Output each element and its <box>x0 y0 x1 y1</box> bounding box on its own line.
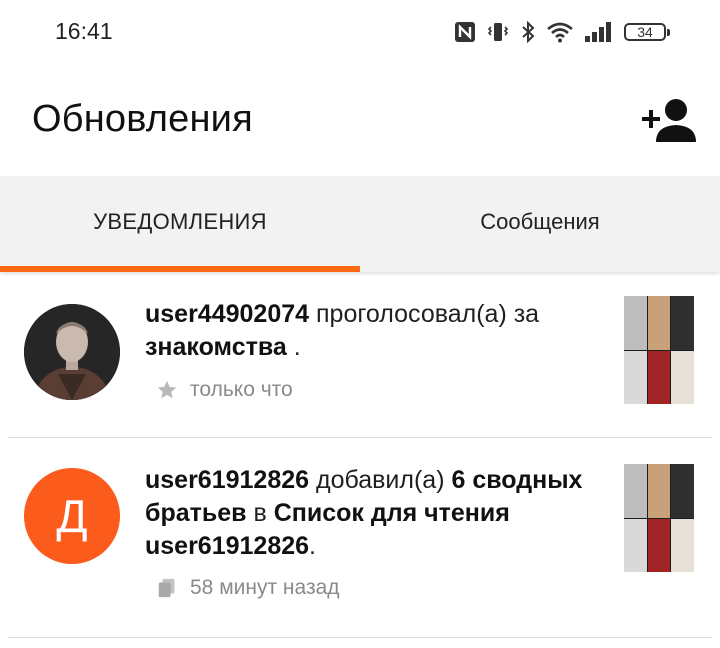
tab-bar: УВЕДОМЛЕНИЯ Сообщения <box>0 176 720 272</box>
wifi-icon <box>547 22 573 43</box>
user-photo <box>24 304 120 400</box>
avatar[interactable]: Д <box>24 468 120 564</box>
notification-end: . <box>293 333 301 361</box>
notification-list: user44902074 проголосовал(а) за знакомст… <box>0 272 720 638</box>
star-icon <box>157 380 177 399</box>
status-time: 16:41 <box>55 18 113 44</box>
tab-notifications-label: УВЕДОМЛЕНИЯ <box>93 209 267 234</box>
notification-target[interactable]: знакомства <box>145 333 287 361</box>
notification-time: 58 минут назад <box>190 576 340 599</box>
notification-meta: только что <box>156 378 293 402</box>
notification-username[interactable]: user61912826 <box>145 466 309 494</box>
avatar[interactable] <box>24 304 120 400</box>
battery-level: 34 <box>637 24 653 40</box>
notification-time: только что <box>190 378 293 401</box>
notification-item[interactable]: Д user61912826 добавил(а) 6 сводных брат… <box>8 438 712 638</box>
notification-item[interactable]: user44902074 проголосовал(а) за знакомст… <box>8 272 712 438</box>
tab-notifications[interactable]: УВЕДОМЛЕНИЯ <box>0 176 360 272</box>
bluetooth-icon <box>522 21 535 43</box>
avatar-letter: Д <box>56 490 88 542</box>
notification-text: user61912826 добавил(а) 6 сводных братье… <box>145 464 605 563</box>
signal-icon <box>585 22 611 42</box>
status-icons: 34 <box>454 19 670 45</box>
status-bar: 16:41 34 <box>0 0 720 66</box>
nfc-icon <box>455 22 475 42</box>
copy-icon <box>158 578 175 598</box>
notification-action: проголосовал(а) за <box>316 300 540 328</box>
notification-action: добавил(а) <box>316 466 445 494</box>
add-user-button[interactable] <box>640 96 696 146</box>
page-title: Обновления <box>32 98 253 140</box>
vibrate-icon <box>487 23 509 41</box>
notification-meta: 58 минут назад <box>156 576 340 600</box>
battery-icon: 34 <box>624 21 670 43</box>
notification-text: user44902074 проголосовал(а) за знакомст… <box>145 298 605 364</box>
notification-in: в <box>253 499 267 527</box>
app-header: Обновления <box>0 66 720 176</box>
notification-username[interactable]: user44902074 <box>145 300 309 328</box>
tab-messages-label: Сообщения <box>480 209 600 234</box>
add-user-icon <box>642 99 696 142</box>
notification-end: . <box>309 532 316 560</box>
story-cover[interactable] <box>624 296 694 404</box>
tab-messages[interactable]: Сообщения <box>360 176 720 272</box>
story-cover[interactable] <box>624 464 694 572</box>
